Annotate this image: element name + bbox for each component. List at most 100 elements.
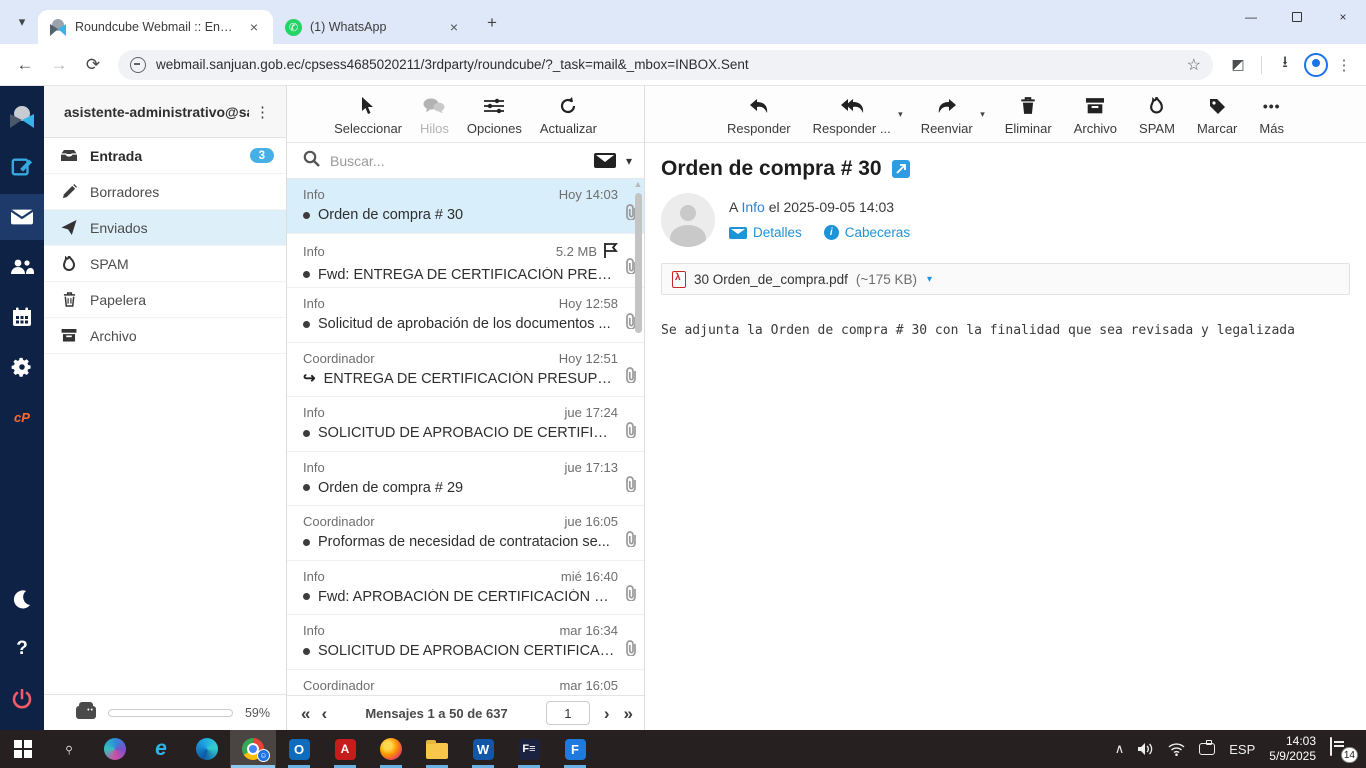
select-button[interactable]: Seleccionar xyxy=(334,95,402,136)
message-row[interactable]: Coordinador mar 16:05 xyxy=(287,670,644,696)
first-page-button[interactable]: « xyxy=(301,705,311,722)
settings-gear-icon[interactable] xyxy=(0,344,44,390)
notification-center-button[interactable]: 14 xyxy=(1330,737,1358,763)
file-explorer-button[interactable] xyxy=(414,730,460,768)
reply-button[interactable]: Responder xyxy=(727,95,791,136)
wifi-icon[interactable] xyxy=(1168,742,1185,756)
compose-button[interactable] xyxy=(0,144,44,190)
fes-app-button[interactable]: F≡ xyxy=(506,730,552,768)
folder-enviados[interactable]: Enviados xyxy=(44,210,286,246)
flag-icon[interactable] xyxy=(603,242,618,262)
bookmark-star-icon[interactable]: ☆ xyxy=(1187,55,1201,75)
back-button[interactable]: ← xyxy=(10,50,40,80)
calendar-nav-button[interactable] xyxy=(0,294,44,340)
tab-close-icon[interactable]: × xyxy=(245,18,263,36)
page-number-input[interactable] xyxy=(545,701,590,725)
list-scrollbar[interactable]: ▲ xyxy=(633,179,643,695)
attachment-menu-caret-icon[interactable]: ▾ xyxy=(927,274,932,285)
site-info-icon[interactable] xyxy=(130,56,146,73)
message-row[interactable]: Info Hoy 14:03 Orden de compra # 30 xyxy=(287,179,644,234)
tab-whatsapp[interactable]: ✆ (1) WhatsApp × xyxy=(273,10,473,44)
help-icon[interactable]: ? xyxy=(0,626,44,672)
firefox-button[interactable] xyxy=(368,730,414,768)
tray-chevron-icon[interactable]: ∧ xyxy=(1115,741,1125,757)
folder-entrada[interactable]: Entrada 3 xyxy=(44,138,286,174)
account-menu-icon[interactable]: ⋮ xyxy=(249,103,276,121)
logout-power-icon[interactable] xyxy=(0,676,44,722)
language-indicator[interactable]: ESP xyxy=(1229,742,1255,757)
outlook-button[interactable]: O xyxy=(276,730,322,768)
restore-button[interactable] xyxy=(1274,0,1320,34)
dropdown-caret-icon[interactable]: ▾ xyxy=(980,109,985,120)
chrome-button[interactable]: ☺ xyxy=(230,730,276,768)
headers-link[interactable]: i Cabeceras xyxy=(823,225,910,240)
forward-button[interactable]: → xyxy=(44,50,74,80)
message-row[interactable]: Info jue 17:24 SOLICITUD DE APROBACIO DE … xyxy=(287,397,644,452)
extensions-icon[interactable]: ◩ xyxy=(1223,50,1253,80)
url-text[interactable]: webmail.sanjuan.gob.ec/cpsess4685020211/… xyxy=(156,57,1177,72)
tab-roundcube[interactable]: Roundcube Webmail :: Enviados × xyxy=(38,10,273,44)
tab-close-icon[interactable]: × xyxy=(445,18,463,36)
mark-button[interactable]: Marcar xyxy=(1197,95,1237,136)
reply-all-button[interactable]: Responder ... ▾ xyxy=(813,95,903,136)
acrobat-button[interactable]: A xyxy=(322,730,368,768)
prev-page-button[interactable]: ‹ xyxy=(321,705,327,722)
details-link[interactable]: Detalles xyxy=(729,225,802,240)
copilot-button[interactable] xyxy=(92,730,138,768)
search-input[interactable] xyxy=(330,152,584,169)
dropdown-caret-icon[interactable]: ▾ xyxy=(898,109,903,120)
screen-cast-icon[interactable] xyxy=(1199,740,1216,755)
folder-spam[interactable]: SPAM xyxy=(44,246,286,282)
search-scope-icon[interactable] xyxy=(593,153,616,168)
scrollbar-thumb[interactable] xyxy=(635,193,642,333)
close-window-button[interactable]: × xyxy=(1320,0,1366,34)
url-bar[interactable]: webmail.sanjuan.gob.ec/cpsess4685020211/… xyxy=(118,49,1213,80)
message-row[interactable]: Info 5.2 MB Fwd: ENTREGA DE CERTIFICACIÓ… xyxy=(287,234,644,288)
message-row[interactable]: Coordinador Hoy 12:51 ↪ ENTREGA DE CERTIFI… xyxy=(287,343,644,397)
archive-button[interactable]: Archivo xyxy=(1074,95,1117,136)
contacts-nav-button[interactable] xyxy=(0,244,44,290)
folder-borradores[interactable]: Borradores xyxy=(44,174,286,210)
taskbar-clock[interactable]: 14:03 5/9/2025 xyxy=(1269,734,1316,764)
refresh-button[interactable]: Actualizar xyxy=(540,95,597,136)
edge-button[interactable] xyxy=(184,730,230,768)
downloads-icon[interactable]: ⭳ xyxy=(1270,50,1300,80)
reload-button[interactable]: ⟳ xyxy=(78,50,108,80)
message-row[interactable]: Info jue 17:13 Orden de compra # 29 xyxy=(287,452,644,506)
threads-button[interactable]: Hilos xyxy=(420,95,449,136)
new-tab-button[interactable]: + xyxy=(479,10,505,36)
tab-search-button[interactable]: ▾ xyxy=(8,8,36,36)
taskbar-search-button[interactable]: ⌕ xyxy=(46,730,92,768)
open-in-new-window-icon[interactable] xyxy=(891,160,910,178)
flow-app-button[interactable]: F xyxy=(552,730,598,768)
start-button[interactable] xyxy=(0,730,46,768)
spam-button[interactable]: SPAM xyxy=(1139,95,1175,136)
mail-nav-button[interactable] xyxy=(0,194,44,240)
profile-avatar[interactable] xyxy=(1304,52,1328,77)
dark-mode-moon-icon[interactable] xyxy=(0,576,44,622)
volume-icon[interactable] xyxy=(1138,742,1154,756)
word-button[interactable]: W xyxy=(460,730,506,768)
attachment-bar[interactable]: 30 Orden_de_compra.pdf (~175 KB) ▾ xyxy=(661,263,1350,295)
message-row[interactable]: Info mié 16:40 Fwd: APROBACIÓN DE CERTIFI… xyxy=(287,561,644,615)
browser-menu-icon[interactable]: ⋮ xyxy=(1332,50,1356,80)
folder-archivo[interactable]: Archivo xyxy=(44,318,286,354)
message-row[interactable]: Coordinador jue 16:05 Proformas de necesi… xyxy=(287,506,644,561)
forward-button[interactable]: Reenviar ▾ xyxy=(921,95,985,136)
next-page-button[interactable]: › xyxy=(604,705,610,722)
last-page-button[interactable]: » xyxy=(624,705,634,722)
chevron-down-icon[interactable]: ▾ xyxy=(626,154,632,168)
cpanel-logo[interactable]: cP xyxy=(0,394,44,440)
more-button[interactable]: ••• Más xyxy=(1259,95,1284,136)
delete-button[interactable]: Eliminar xyxy=(1005,95,1052,136)
message-row[interactable]: Info mar 16:34 SOLICITUD DE APROBACION CE… xyxy=(287,615,644,670)
attachment-name[interactable]: 30 Orden_de_compra.pdf xyxy=(694,272,848,287)
scroll-up-icon[interactable]: ▲ xyxy=(633,179,643,189)
minimize-button[interactable]: — xyxy=(1228,0,1274,34)
message-row[interactable]: Info Hoy 12:58 Solicitud de aprobación de… xyxy=(287,288,644,343)
internet-explorer-button[interactable]: e xyxy=(138,730,184,768)
options-button[interactable]: Opciones xyxy=(467,95,522,136)
recipient-link[interactable]: Info xyxy=(741,199,764,215)
folder-papelera[interactable]: Papelera xyxy=(44,282,286,318)
message-list-panel: Seleccionar Hilos Opciones Actualizar Bu… xyxy=(287,86,645,730)
